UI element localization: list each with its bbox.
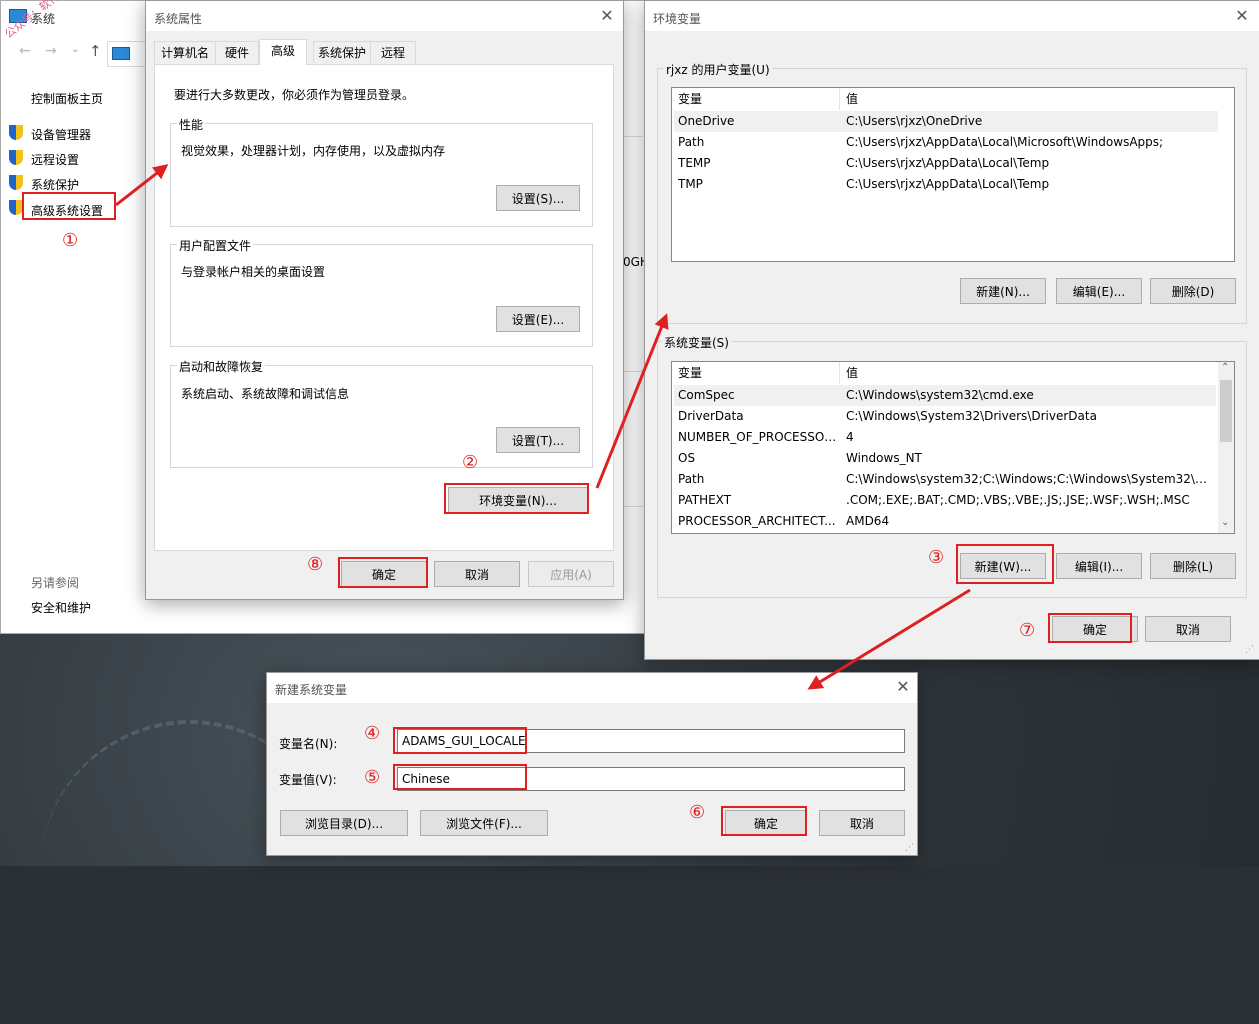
arrow-step2-to-envvars bbox=[595, 313, 669, 489]
annotation-arrows bbox=[115, 164, 971, 690]
arrow-step3-to-newvar bbox=[807, 588, 971, 690]
tab-advanced[interactable]: 高级 bbox=[259, 39, 307, 65]
arrow-step1-to-sysprops bbox=[115, 164, 169, 207]
